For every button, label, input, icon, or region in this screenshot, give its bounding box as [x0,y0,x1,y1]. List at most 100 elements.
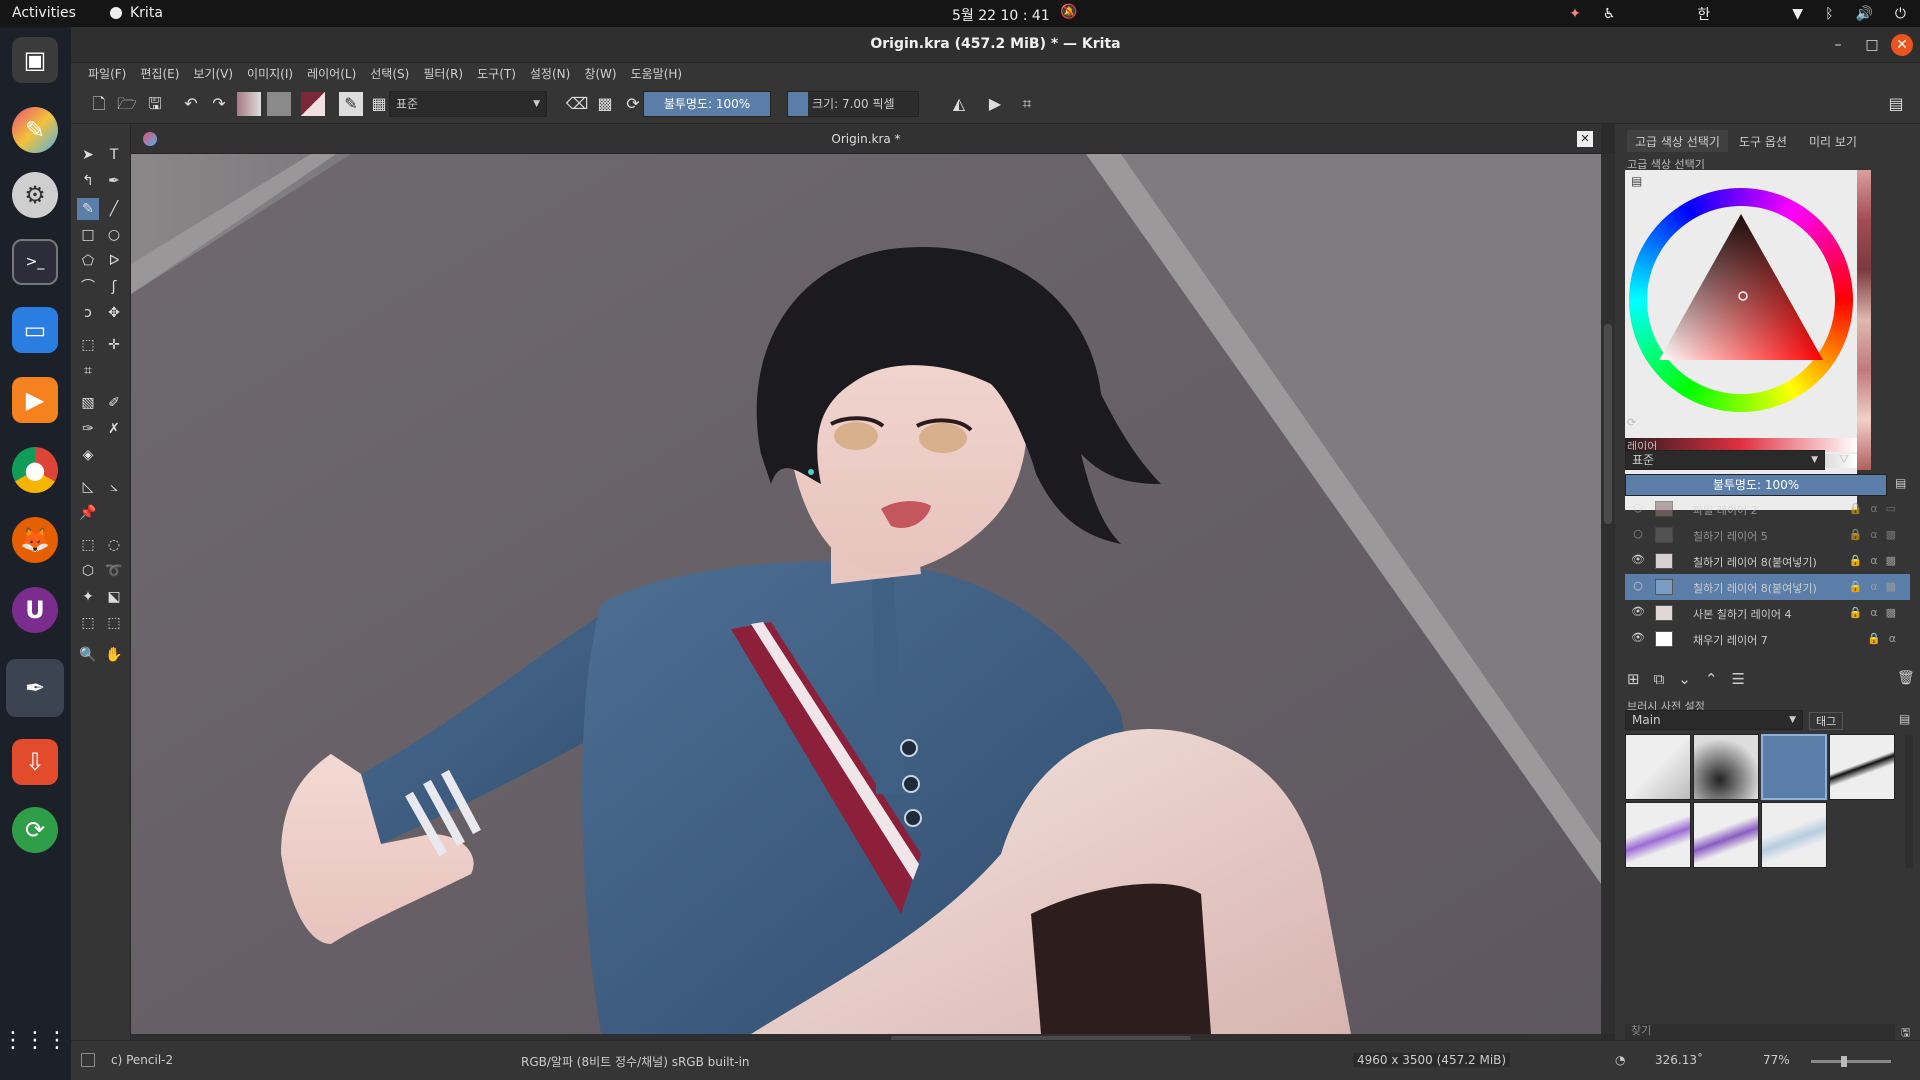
color-history-strip[interactable] [1857,170,1871,470]
visibility-on-icon[interactable]: 👁 [1631,605,1645,619]
wrap-around-icon[interactable]: ⌗ [1015,92,1039,116]
edit-shapes-tool-icon[interactable]: ↰ [77,170,99,192]
menu-image[interactable]: 이미지(I) [240,63,300,84]
rectangular-selection-tool-icon[interactable]: ⬚ [77,534,99,556]
tab-tool-options[interactable]: 도구 옵션 [1731,130,1795,152]
menu-window[interactable]: 창(W) [577,63,623,84]
mirror-horizontal-icon[interactable]: ◭ [947,92,971,116]
files-icon[interactable]: ▭ [12,307,58,353]
brush-preset-paint-purple[interactable] [1625,802,1691,868]
visibility-off-icon[interactable]: ○ [1631,579,1645,593]
brush-tag-select[interactable]: Main ▼ [1625,710,1803,730]
firefox-icon[interactable]: 🦊 [12,517,58,563]
terminal-icon[interactable]: >_ [12,239,58,285]
freehand-brush-tool-icon[interactable]: ✎ [77,198,99,220]
uget-icon[interactable]: U [12,587,58,633]
minimize-button[interactable]: – [1827,34,1849,56]
saturation-value-triangle[interactable] [1651,210,1831,390]
gradient-tool-icon[interactable]: ▧ [77,392,99,414]
settings-list-icon[interactable]: ▤ [1631,174,1642,188]
save-document-icon[interactable]: 🖫 [143,92,167,116]
zoom-value[interactable]: 77% [1763,1053,1790,1067]
brush-preset-ink[interactable] [1829,734,1895,800]
colorize-mask-tool-icon[interactable]: ✑ [77,418,99,440]
layer-opacity-slider[interactable]: 불투명도: 100% [1625,474,1887,496]
layer-lock-alpha-icons[interactable]: 🔒α▭ [1849,502,1904,515]
line-tool-icon[interactable]: ╱ [103,198,125,220]
layer-lock-alpha-icons[interactable]: 🔒α▩ [1849,606,1904,619]
rectangle-tool-icon[interactable]: □ [77,224,99,246]
layer-lock-alpha-icons[interactable]: 🔒α▩ [1849,528,1904,541]
freehand-path-tool-icon[interactable]: ʃ [103,276,125,298]
layer-settings-icon[interactable]: ☰ [1731,670,1744,688]
preserve-alpha-icon[interactable]: ▩ [593,92,617,116]
move-layer-down-icon[interactable]: ⌄ [1678,670,1691,688]
menu-help[interactable]: 도움말(H) [624,63,690,84]
accessibility-icon[interactable]: ♿ [1603,6,1616,22]
visibility-off-icon[interactable]: ○ [1631,501,1645,515]
tab-advanced-color-selector[interactable]: 고급 색상 선택기 [1627,130,1728,152]
open-document-icon[interactable]: 🗁 [115,92,139,116]
zoom-slider[interactable] [1811,1056,1891,1067]
brush-preset-selector[interactable]: ✎ [339,92,363,116]
power-icon[interactable]: ⏻ [1895,6,1906,22]
menu-filter[interactable]: 필터(R) [416,63,470,84]
gradient-selector[interactable] [237,92,261,116]
brush-search-input[interactable]: 찾기 [1625,1024,1895,1040]
brush-preset-airbrush[interactable] [1693,734,1759,800]
layer-row[interactable]: ○ 칠하기 레이어 5 🔒α▩ [1625,522,1910,548]
opacity-slider[interactable]: 불투명도: 100% [643,91,771,117]
krita-dock-icon[interactable]: ✎ [12,107,58,153]
menu-view[interactable]: 보기(V) [186,63,240,84]
ellipse-tool-icon[interactable]: ○ [103,224,125,246]
add-layer-icon[interactable]: ⊞ [1627,670,1640,688]
image-size-info[interactable]: 4960 x 3500 (457.2 MiB) [1353,1053,1511,1067]
crop-tool-icon[interactable]: ⌗ [77,360,99,382]
close-document-icon[interactable]: ✕ [1577,131,1593,147]
bezier-selection-tool-icon[interactable]: ⬚ [77,612,99,634]
settings-icon[interactable]: ⚙ [12,172,58,218]
reload-preset-icon[interactable]: ⟳ [621,92,645,116]
zoom-slider-handle[interactable] [1841,1056,1847,1067]
brush-view-icon[interactable]: ▤ [1899,712,1910,726]
menu-layer[interactable]: 레이어(L) [300,63,363,84]
menu-edit[interactable]: 편집(E) [133,63,186,84]
polyline-tool-icon[interactable]: ᐅ [103,250,125,272]
activities-button[interactable]: Activities [12,5,76,21]
measure-tool-icon[interactable]: ⦣ [103,476,125,498]
software-updater-icon[interactable]: ⇩ [12,739,58,785]
magnetic-selection-tool-icon[interactable]: ⬚ [103,612,125,634]
rotation-icon[interactable]: ◔ [1615,1053,1625,1067]
refresh-icon[interactable]: ⟳ [1627,416,1636,429]
move-layer-up-icon[interactable]: ⌃ [1705,670,1718,688]
krita-running-icon[interactable]: ✒ [6,659,64,717]
elliptical-selection-tool-icon[interactable]: ◌ [103,534,125,556]
wifi-icon[interactable]: ▼ [1792,6,1803,22]
layer-row[interactable]: 👁 채우기 레이어 7 🔒α [1625,626,1910,652]
brush-preset-pencil[interactable] [1761,734,1827,800]
volume-icon[interactable]: 🔊 [1855,6,1872,22]
color-picker-tool-icon[interactable]: ✐ [103,392,125,414]
zoom-tool-icon[interactable]: 🔍 [77,644,99,666]
video-player-icon[interactable]: ▶ [12,377,58,423]
brush-preset-paint-violet[interactable] [1693,802,1759,868]
chrome-icon[interactable]: ● [12,447,58,493]
brush-preset-eraser[interactable] [1625,734,1691,800]
tag-button[interactable]: 태그 [1809,712,1844,730]
maximize-button[interactable]: □ [1861,34,1883,56]
vertical-scrollbar[interactable] [1601,154,1615,1034]
app-menu[interactable]: Krita [110,5,163,21]
dynamic-brush-tool-icon[interactable]: ↄ [77,302,99,324]
color-picker-tray-icon[interactable]: ✦ [1569,6,1581,22]
layer-row[interactable]: 👁 칠하기 레이어 8(붙여넣기) 🔒α▩ [1625,548,1910,574]
visibility-off-icon[interactable]: ○ [1631,527,1645,541]
layer-properties-icon[interactable]: ▤ [1895,476,1906,490]
workspace-chooser-icon[interactable]: ▦ [367,92,391,116]
layer-blend-mode-select[interactable]: 표준 ▼ [1625,450,1825,470]
polygon-tool-icon[interactable]: ⬠ [77,250,99,272]
drawing-canvas[interactable] [131,154,1601,1034]
screenshot-app-icon[interactable]: ▣ [12,37,58,83]
clock[interactable]: 5월 22 10 : 41 [952,5,1050,25]
new-document-icon[interactable]: 🗋 [87,92,111,116]
input-method-indicator[interactable]: 한 [1697,4,1710,24]
